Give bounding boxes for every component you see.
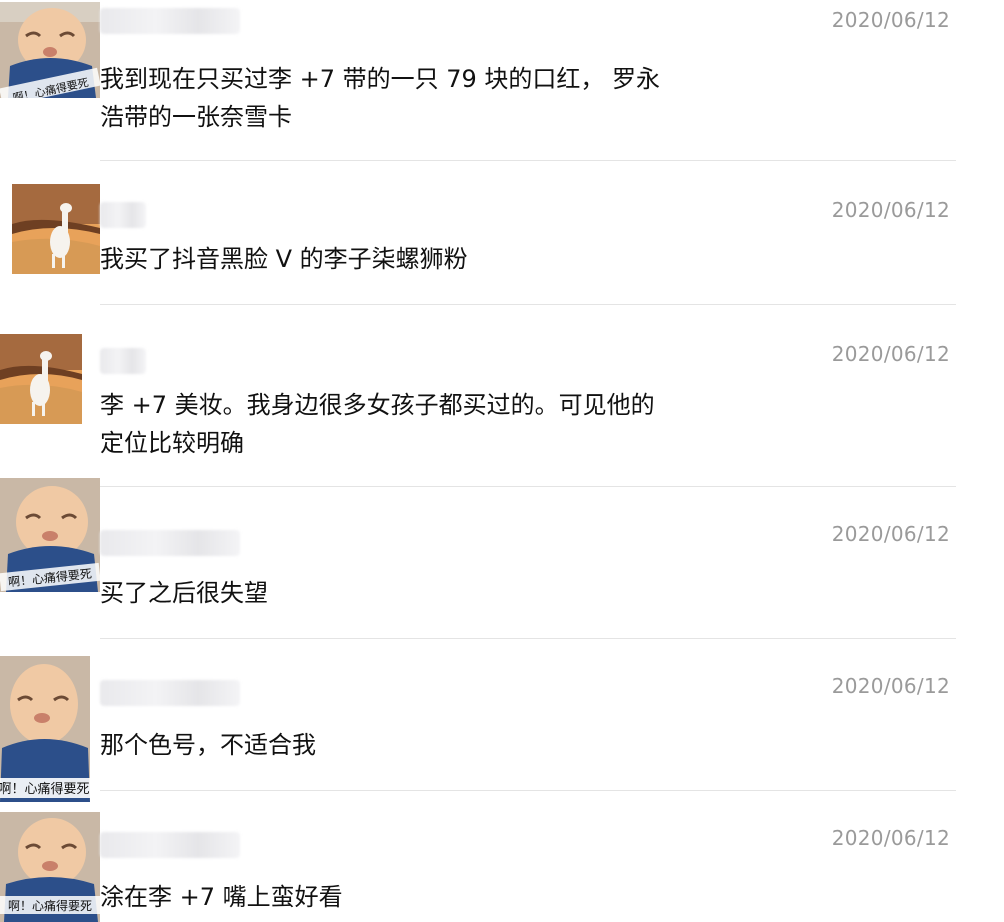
crying-baby-sticker-icon: 啊！心痛得要死 <box>0 656 90 802</box>
comment-text: 我买了抖音黑脸 V 的李子柒螺狮粉 <box>100 245 468 273</box>
comment-date: 2020/06/12 <box>831 826 950 850</box>
avatar[interactable]: 啊！心痛得要死 <box>0 2 100 98</box>
comment-item: 啊！心痛得要死 2020/06/12 那个色号，不适合我 <box>0 640 1004 802</box>
divider <box>100 160 956 161</box>
avatar[interactable]: 啊！心痛得要死 <box>0 656 90 802</box>
comment-item: 2020/06/12 我买了抖音黑脸 V 的李子柒螺狮粉 <box>0 162 1004 306</box>
comment-text: 那个色号，不适合我 <box>100 731 316 759</box>
svg-text:啊！心痛得要死: 啊！心痛得要死 <box>8 898 92 913</box>
comment-date: 2020/06/12 <box>831 522 950 546</box>
comment-date: 2020/06/12 <box>831 8 950 32</box>
alpaca-desert-icon <box>0 334 82 424</box>
username-redacted <box>100 832 240 858</box>
comment-text: 涂在李 +7 嘴上蛮好看 <box>100 883 343 911</box>
comment-item: 2020/06/12 李 +7 美妆。我身边很多女孩子都买过的。可见他的 定位比… <box>0 306 1004 488</box>
alpaca-desert-icon <box>12 184 100 274</box>
divider <box>100 486 956 487</box>
comment-text: 李 +7 美妆。我身边很多女孩子都买过的。可见他的 定位比较明确 <box>100 391 655 457</box>
username-redacted <box>100 8 240 34</box>
crying-baby-sticker-icon: 啊！心痛得要死 <box>0 2 100 98</box>
comment-item: 啊！心痛得要死 2020/06/12 我到现在只买过李 +7 带的一只 79 块… <box>0 0 1004 162</box>
comment-date: 2020/06/12 <box>831 674 950 698</box>
crying-baby-sticker-icon: 啊！心痛得要死 <box>0 812 100 922</box>
divider <box>100 638 956 639</box>
username-redacted <box>100 202 146 228</box>
comment-item: 啊！心痛得要死 2020/06/12 买了之后很失望 <box>0 478 1004 640</box>
avatar[interactable] <box>0 334 82 424</box>
comment-date: 2020/06/12 <box>831 198 950 222</box>
avatar[interactable]: 啊！心痛得要死 <box>0 812 100 922</box>
comment-item: 啊！心痛得要死 2020/06/12 涂在李 +7 嘴上蛮好看 <box>0 792 1004 922</box>
crying-baby-sticker-icon: 啊！心痛得要死 <box>0 478 100 592</box>
username-redacted <box>100 348 146 374</box>
username-redacted <box>100 530 240 556</box>
divider <box>100 304 956 305</box>
comment-feed: 啊！心痛得要死 2020/06/12 我到现在只买过李 +7 带的一只 79 块… <box>0 0 1004 922</box>
comment-text: 买了之后很失望 <box>100 579 268 607</box>
avatar[interactable]: 啊！心痛得要死 <box>0 478 100 592</box>
comment-date: 2020/06/12 <box>831 342 950 366</box>
avatar[interactable] <box>12 184 100 274</box>
username-redacted <box>100 680 240 706</box>
divider <box>100 790 956 791</box>
comment-text: 我到现在只买过李 +7 带的一只 79 块的口红， 罗永 浩带的一张奈雪卡 <box>100 65 661 131</box>
